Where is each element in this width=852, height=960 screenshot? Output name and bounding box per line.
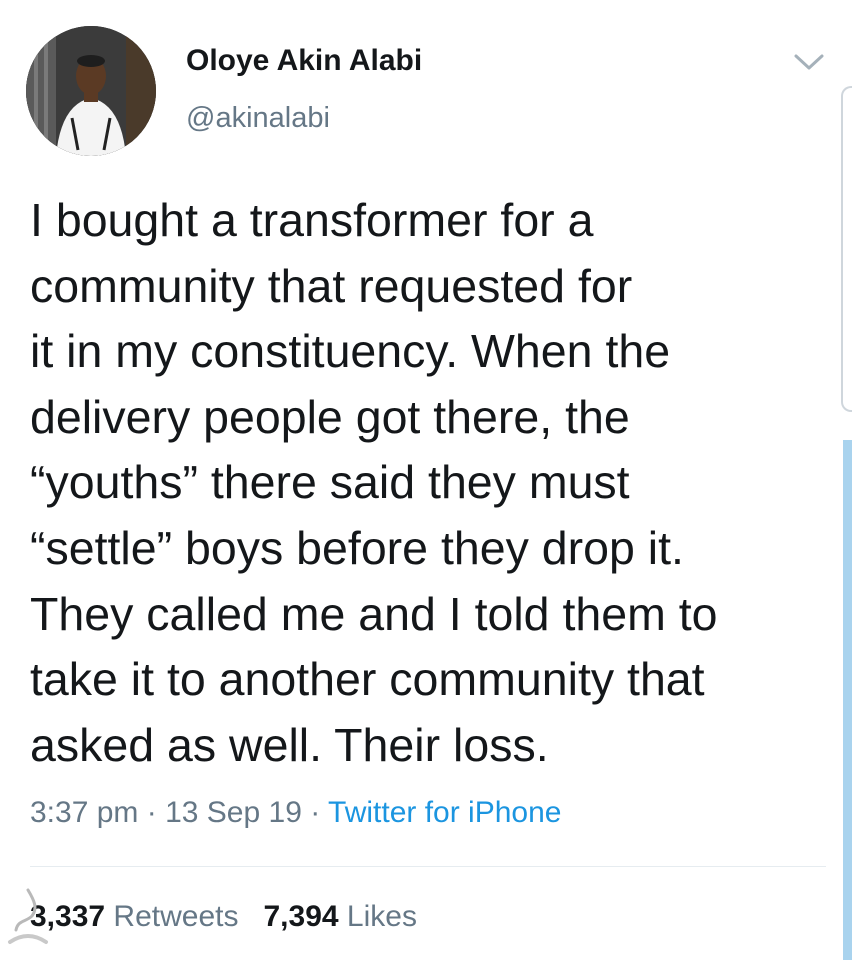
profile-photo-icon [26,26,156,156]
tweet-line: They called me and I told them to [30,587,718,640]
tweet-line: take it to another community that [30,653,705,706]
meta-separator: · [310,796,321,829]
tweet-stats: 3,337 Retweets 7,394 Likes [30,900,417,934]
tweet-time[interactable]: 3:37 pm [30,796,138,829]
display-name[interactable]: Oloye Akin Alabi [186,44,422,78]
tweet-text: I bought a transformer for a community t… [30,188,820,778]
likes-label: Likes [346,900,417,933]
chevron-down-icon[interactable] [792,50,826,74]
meta-separator: · [146,796,157,829]
tweet-line: “settle” boys before they drop it. [30,521,684,574]
user-handle[interactable]: @akinalabi [186,102,330,135]
watermark-logo-icon [8,888,48,944]
avatar[interactable] [26,26,156,156]
tweet-source-link[interactable]: Twitter for iPhone [328,796,561,829]
tweet-line: it in my constituency. When the [30,325,671,378]
tweet-meta: 3:37 pm · 13 Sep 19 · Twitter for iPhone [30,796,561,830]
tweet-line: asked as well. Their loss. [30,718,549,771]
tweet-line: delivery people got there, the [30,390,630,443]
divider [30,866,826,867]
tweet-line: I bought a transformer for a [30,194,594,246]
tweet-line: community that requested for [30,259,633,312]
tweet-line: “youths” there said they must [30,456,630,509]
retweets-stat[interactable]: 3,337 Retweets [30,900,238,934]
retweets-label: Retweets [113,900,239,933]
side-panel-edge [841,86,852,412]
likes-stat[interactable]: 7,394 Likes [264,900,417,934]
likes-count: 7,394 [263,900,339,933]
side-panel-bar [843,440,852,960]
tweet-date[interactable]: 13 Sep 19 [165,796,302,829]
